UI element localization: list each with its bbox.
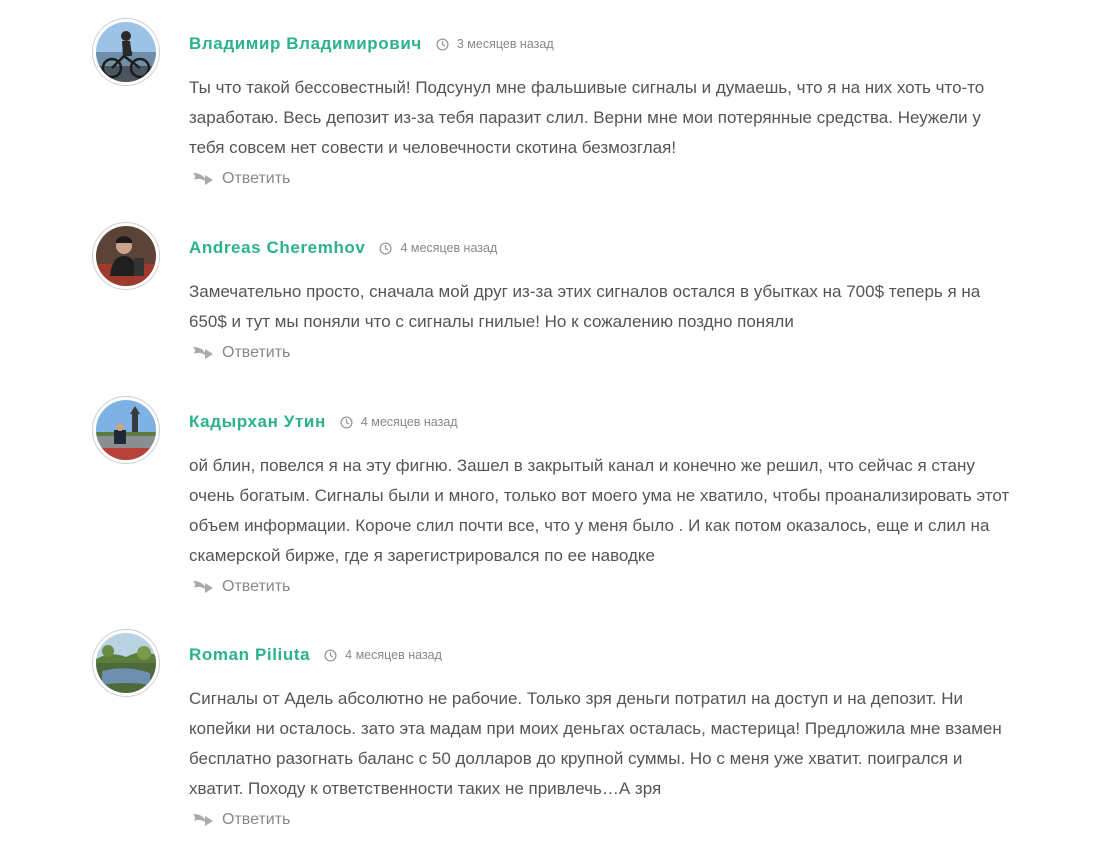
avatar[interactable] <box>92 222 160 290</box>
comment-body: Замечательно просто, сначала мой друг из… <box>189 282 981 331</box>
reply-label: Ответить <box>222 344 291 361</box>
avatar-photo-nature <box>96 633 156 693</box>
comment-header: Кадырхан Утин 4 месяцев назад <box>189 410 458 434</box>
comment-text: Сигналы от Адель абсолютно не рабочие. Т… <box>189 684 1019 804</box>
date-text: 4 месяцев назад <box>360 415 458 429</box>
avatar-photo-cyclist <box>96 22 156 82</box>
author-name[interactable]: Roman Piliuta <box>189 645 310 665</box>
comment-header: Roman Piliuta 4 месяцев назад <box>189 643 442 667</box>
comment-date[interactable]: 4 месяцев назад <box>340 415 458 429</box>
reply-label: Ответить <box>222 811 291 828</box>
comment-text: Замечательно просто, сначала мой друг из… <box>189 277 1019 337</box>
reply-button[interactable]: Ответить <box>192 344 290 362</box>
date-text: 4 месяцев назад <box>345 648 442 662</box>
date-text: 3 месяцев назад <box>456 37 554 51</box>
comment-text: Ты что такой бессовестный! Подсунул мне … <box>189 73 1019 163</box>
reply-label: Ответить <box>222 170 291 187</box>
comment-body: Ты что такой бессовестный! Подсунул мне … <box>189 78 985 157</box>
date-text: 4 месяцев назад <box>400 241 498 255</box>
clock-icon <box>340 415 353 429</box>
reply-arrow-icon <box>193 173 213 185</box>
comment-header: Andreas Cheremhov 4 месяцев назад <box>189 236 497 260</box>
avatar-photo-landscape <box>96 400 156 460</box>
author-name[interactable]: Andreas Cheremhov <box>189 238 365 258</box>
clock-icon <box>379 241 393 255</box>
avatar[interactable] <box>92 629 160 697</box>
reply-label: Ответить <box>222 578 291 595</box>
clock-icon <box>436 37 449 51</box>
reply-button[interactable]: Ответить <box>192 170 290 188</box>
avatar[interactable] <box>92 18 160 86</box>
comment-date[interactable]: 3 месяцев назад <box>436 37 554 51</box>
comment-body: Сигналы от Адель абсолютно не рабочие. Т… <box>189 689 1002 798</box>
reply-arrow-icon <box>193 347 213 359</box>
reply-arrow-icon <box>193 814 213 826</box>
clock-icon <box>324 648 337 662</box>
comment-date[interactable]: 4 месяцев назад <box>324 648 442 662</box>
reply-arrow-icon <box>193 581 213 593</box>
comment-header: Владимир Владимирович 3 месяцев назад <box>189 32 554 56</box>
author-name[interactable]: Владимир Владимирович <box>189 34 422 54</box>
avatar-photo-person <box>96 226 156 286</box>
reply-button[interactable]: Ответить <box>192 811 290 829</box>
avatar[interactable] <box>92 396 160 464</box>
comment-text: ой блин, повелся я на эту фигню. Зашел в… <box>189 451 1019 571</box>
author-name[interactable]: Кадырхан Утин <box>189 412 326 432</box>
comment-date[interactable]: 4 месяцев назад <box>379 241 497 255</box>
comment-body: ой блин, повелся я на эту фигню. Зашел в… <box>189 456 1010 565</box>
reply-button[interactable]: Ответить <box>192 578 290 596</box>
